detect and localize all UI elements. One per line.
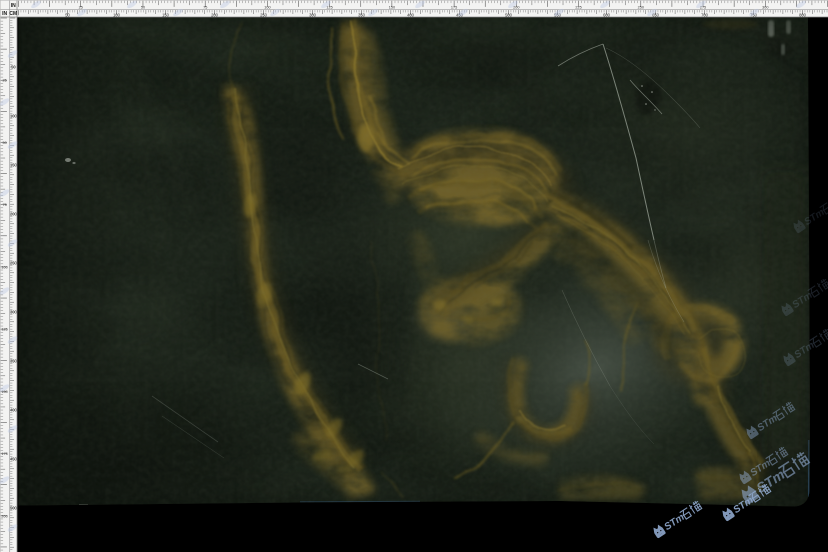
- svg-text:300: 300: [762, 5, 768, 9]
- svg-text:100: 100: [113, 12, 121, 17]
- svg-text:300: 300: [10, 310, 18, 315]
- svg-text:800: 800: [799, 12, 807, 17]
- svg-text:200: 200: [10, 212, 18, 217]
- svg-text:IN: IN: [11, 3, 16, 9]
- svg-text:175: 175: [1, 452, 7, 456]
- svg-text:25: 25: [79, 5, 83, 9]
- svg-text:25: 25: [2, 79, 6, 83]
- svg-text:200: 200: [1, 514, 7, 518]
- svg-text:400: 400: [10, 408, 18, 413]
- svg-text:50: 50: [2, 141, 6, 145]
- svg-text:100: 100: [1, 265, 7, 269]
- svg-text:150: 150: [162, 12, 170, 17]
- svg-text:200: 200: [211, 12, 219, 17]
- svg-text:100: 100: [10, 114, 18, 119]
- svg-text:250: 250: [260, 12, 268, 17]
- svg-text:350: 350: [10, 359, 18, 364]
- svg-text:300: 300: [309, 12, 317, 17]
- svg-text:100: 100: [264, 5, 270, 9]
- svg-text:125: 125: [1, 328, 7, 332]
- svg-text:250: 250: [10, 261, 18, 266]
- svg-text:CM: CM: [9, 11, 17, 17]
- svg-text:50: 50: [141, 5, 145, 9]
- svg-text:350: 350: [358, 12, 366, 17]
- svg-text:225: 225: [575, 5, 581, 9]
- svg-text:450: 450: [10, 457, 18, 462]
- svg-text:700: 700: [701, 12, 709, 17]
- svg-text:150: 150: [389, 5, 395, 9]
- svg-text:150: 150: [10, 163, 18, 168]
- svg-text:75: 75: [2, 203, 6, 207]
- svg-text:400: 400: [407, 12, 415, 17]
- svg-text:50: 50: [65, 12, 70, 17]
- svg-text:IN: IN: [2, 11, 7, 17]
- svg-text:175: 175: [451, 5, 457, 9]
- svg-text:500: 500: [10, 506, 18, 511]
- svg-text:250: 250: [638, 5, 644, 9]
- svg-text:50: 50: [11, 65, 16, 70]
- svg-text:75: 75: [203, 5, 207, 9]
- svg-text:600: 600: [603, 12, 611, 17]
- svg-text:500: 500: [505, 12, 513, 17]
